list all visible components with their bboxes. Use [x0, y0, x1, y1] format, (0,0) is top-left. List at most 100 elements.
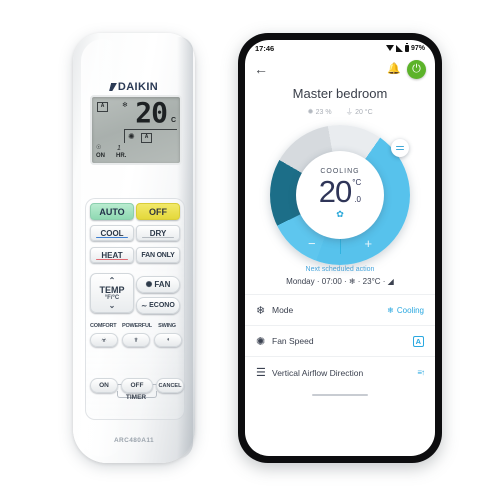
- remote-cool-button[interactable]: COOL: [90, 225, 134, 241]
- remote-auto-label: AUTO: [99, 206, 125, 217]
- settings-row-mode[interactable]: ❄ Mode ❄ Cooling: [245, 295, 435, 326]
- status-indicators: 97%: [385, 43, 425, 52]
- remote-powerful-button[interactable]: ☤: [122, 333, 150, 347]
- lcd-unit: C: [170, 117, 176, 124]
- status-time: 17:46: [255, 43, 275, 53]
- remote-econo-button[interactable]: ∼ ECONO: [136, 297, 180, 314]
- temp-down-chevron-icon[interactable]: ⌄: [109, 301, 116, 310]
- daikin-wordmark: DAIKIN: [117, 81, 159, 93]
- humidity-icon: ✹: [307, 107, 314, 116]
- temperature-reading: ⏚ 20 °C: [346, 106, 373, 117]
- smartphone: 17:46 97% ← 🔔 ⏻ Master bedroom ✹ 23 % ⏚ …: [238, 33, 442, 463]
- heat-underline: [96, 258, 128, 260]
- status-bar: 17:46 97%: [245, 40, 435, 56]
- dial-temperature-row: 20 °C .0: [319, 176, 361, 207]
- humidity-value: 23 %: [315, 109, 332, 116]
- dial-unit: °C: [352, 178, 362, 187]
- airflow-icon: ☰: [256, 367, 266, 379]
- vertical-airflow-label: Vertical Airflow Direction: [272, 367, 364, 378]
- settings-row-fan-speed[interactable]: ✺ Fan Speed A: [245, 326, 435, 357]
- fan-speed-value: A: [412, 335, 424, 347]
- remote-model-number: ARC480A11: [113, 437, 155, 444]
- wifi-icon: [385, 45, 394, 51]
- daikin-remote-control: DAIKIN A ❄ 20 C ✺ A ☉ ON 1 HR. AUTO OFF …: [73, 33, 195, 463]
- mode-value: ❄ Cooling: [387, 306, 424, 315]
- temp-decrease-button[interactable]: −: [308, 236, 316, 251]
- remote-econo-label: ECONO: [149, 302, 175, 309]
- fan-speed-label: Fan Speed: [272, 336, 314, 346]
- app-nav-bar: ← 🔔 ⏻: [245, 56, 435, 82]
- lcd-clock-icon: ☉: [96, 145, 102, 151]
- phone-screen: 17:46 97% ← 🔔 ⏻ Master bedroom ✹ 23 % ⏚ …: [245, 40, 435, 456]
- remote-lcd-display: A ❄ 20 C ✺ A ☉ ON 1 HR.: [90, 95, 182, 165]
- lcd-auto-badge: A: [97, 102, 108, 112]
- timer-off-label: OFF: [130, 382, 144, 389]
- mode-value-text: Cooling: [396, 305, 424, 315]
- dry-underline: [142, 236, 174, 238]
- remote-fan-button[interactable]: ✺ FAN: [136, 276, 180, 293]
- powerful-label: POWERFUL: [122, 323, 152, 329]
- schedule-title: Next scheduled action: [305, 266, 375, 273]
- home-indicator: [312, 394, 368, 396]
- remote-swing-button[interactable]: ◖: [154, 333, 182, 347]
- remote-timer-off-button[interactable]: OFF: [121, 378, 153, 393]
- lcd-fan-icon: ✺: [128, 132, 135, 141]
- leaf-icon: ✿: [336, 209, 344, 219]
- remote-heat-button[interactable]: HEAT: [90, 247, 134, 263]
- daikin-logo: DAIKIN: [73, 81, 195, 93]
- dial-unit-column: °C .0: [352, 179, 361, 204]
- temp-up-chevron-icon[interactable]: ⌃: [109, 276, 116, 285]
- room-info: ✹ 23 % ⏚ 20 °C: [245, 106, 435, 117]
- remote-dry-button[interactable]: DRY: [136, 225, 180, 241]
- snowflake-icon: ❄: [256, 304, 266, 317]
- page-title: Master bedroom: [292, 86, 388, 101]
- remote-temp-button[interactable]: ⌃ TEMP °F/°C ⌄: [90, 273, 134, 313]
- lcd-timer-value: 1: [117, 145, 121, 152]
- lcd-snowflake-icon: ❄: [122, 102, 128, 109]
- comfort-label: COMFORT: [90, 323, 117, 329]
- fan-icon: ✺: [256, 335, 266, 348]
- econo-icon: ∼: [141, 302, 148, 310]
- back-arrow-icon[interactable]: ←: [254, 62, 268, 76]
- signal-icon: [395, 44, 403, 52]
- schedule-detail: Monday · 07:00 · ❄ · 23°C · ◢: [286, 277, 394, 286]
- cool-underline: [96, 236, 128, 238]
- mode-label: Mode: [272, 305, 294, 315]
- battery-icon: [404, 43, 409, 52]
- lcd-temperature: 20: [135, 96, 168, 129]
- battery-percent: 97%: [410, 44, 425, 52]
- settings-row-vertical-airflow[interactable]: ☰ Vertical Airflow Direction ≡↑: [245, 357, 435, 388]
- bell-icon[interactable]: 🔔: [387, 63, 401, 75]
- drag-handle-icon[interactable]: [391, 139, 409, 157]
- lcd-timer-on-label: ON: [96, 153, 105, 159]
- powerful-icon: ☤: [133, 337, 138, 344]
- timer-group-label: TIMER: [125, 394, 147, 401]
- temperature-value: 20 °C: [355, 109, 373, 116]
- temperature-dial[interactable]: − + COOLING 20 °C .0 ✿: [265, 125, 415, 265]
- screenshot-root: DAIKIN A ❄ 20 C ✺ A ☉ ON 1 HR. AUTO OFF …: [0, 0, 500, 500]
- lcd-timer-unit: HR.: [116, 153, 127, 159]
- remote-fan-only-label: FAN ONLY: [141, 251, 175, 259]
- fan-auto-badge: A: [412, 335, 424, 347]
- remote-off-label: OFF: [149, 206, 167, 217]
- remote-fan-only-button[interactable]: FAN ONLY: [136, 247, 180, 263]
- remote-off-button[interactable]: OFF: [136, 203, 180, 220]
- lcd-fan-row: ✺ A: [124, 129, 177, 143]
- fan-icon: ✺: [145, 280, 153, 289]
- swing-icon: ◖: [166, 337, 170, 343]
- power-icon[interactable]: ⏻: [407, 59, 426, 79]
- mode-value-icon: ❄: [387, 305, 394, 315]
- remote-auto-button[interactable]: AUTO: [90, 203, 134, 220]
- timer-cancel-label: CANCEL: [158, 382, 182, 389]
- settings-list: ❄ Mode ❄ Cooling ✺ Fan Speed A ☰ Vertica…: [245, 294, 435, 388]
- temp-increase-button[interactable]: +: [364, 236, 372, 251]
- remote-timer-cancel-button[interactable]: CANCEL: [156, 378, 184, 393]
- thermometer-icon: ⏚: [345, 107, 354, 116]
- remote-comfort-button[interactable]: ☣: [90, 333, 118, 347]
- remote-timer-on-button[interactable]: ON: [90, 378, 118, 393]
- comfort-icon: ☣: [101, 337, 107, 344]
- lcd-fan-badge: A: [141, 133, 152, 143]
- swing-label: SWING: [158, 323, 176, 329]
- humidity-reading: ✹ 23 %: [307, 107, 331, 116]
- remote-fan-label: FAN: [154, 280, 171, 289]
